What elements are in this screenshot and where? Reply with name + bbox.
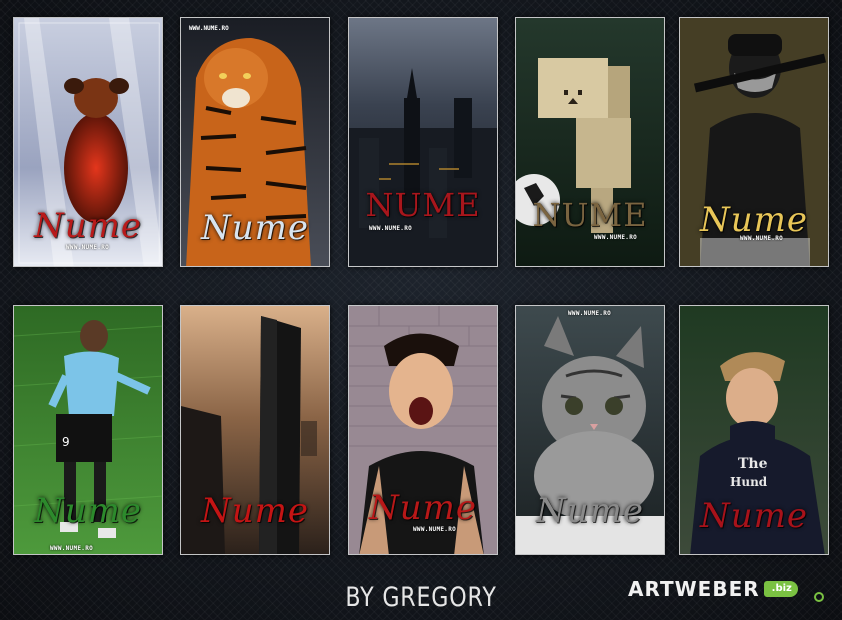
- name-text: Nume: [699, 496, 808, 536]
- signature-card-tiger: WWW.NUME.RO Nume: [180, 17, 330, 267]
- url-text: WWW.NUME.RO: [568, 310, 612, 317]
- signature-card-boy-screaming: Nume WWW.NUME.RO: [348, 305, 498, 555]
- brand-dot-icon: [814, 592, 824, 602]
- name-text: Nume: [200, 491, 309, 531]
- signature-card-tower: Nume: [180, 305, 330, 555]
- name-text: NUME: [532, 196, 648, 234]
- brand-tld: .biz: [763, 581, 798, 597]
- signature-card-box-robot: NUME WWW.NUME.RO: [515, 17, 665, 267]
- signature-card-masked-man: Nume WWW.NUME.RO: [679, 17, 829, 267]
- url-text: WWW.NUME.RO: [50, 545, 94, 552]
- url-text: WWW.NUME.RO: [66, 244, 110, 251]
- signature-card-boy-hoodie: The Hund Nume: [679, 305, 829, 555]
- svg-text:Hund: Hund: [730, 475, 768, 489]
- name-text: Nume: [535, 491, 644, 531]
- url-text: WWW.NUME.RO: [594, 234, 638, 241]
- signature-card-city: NUME WWW.NUME.RO: [348, 17, 498, 267]
- name-text: Nume: [33, 491, 142, 531]
- name-text: Nume: [368, 488, 477, 528]
- url-text: WWW.NUME.RO: [740, 235, 784, 242]
- signature-card-kitten: Nume WWW.NUME.RO: [515, 305, 665, 555]
- name-text: NUME: [365, 186, 481, 224]
- url-text: WWW.NUME.RO: [369, 225, 413, 232]
- signature-card-footballer: 9 Nume WWW.NUME.RO: [13, 305, 163, 555]
- name-text: Nume: [200, 208, 309, 248]
- name-text: Nume: [33, 206, 142, 246]
- signature-card-dog: Nume WWW.NUME.RO: [13, 17, 163, 267]
- svg-text:9: 9: [62, 435, 70, 449]
- svg-text:The: The: [738, 456, 768, 472]
- name-text: Nume: [699, 200, 808, 240]
- brand-word: ARTWEBER: [628, 577, 760, 601]
- url-text: WWW.NUME.RO: [413, 526, 457, 533]
- svg-text:WWW.NUME.RO: WWW.NUME.RO: [189, 25, 229, 32]
- artweber-logo[interactable]: ARTWEBER .biz: [628, 576, 798, 602]
